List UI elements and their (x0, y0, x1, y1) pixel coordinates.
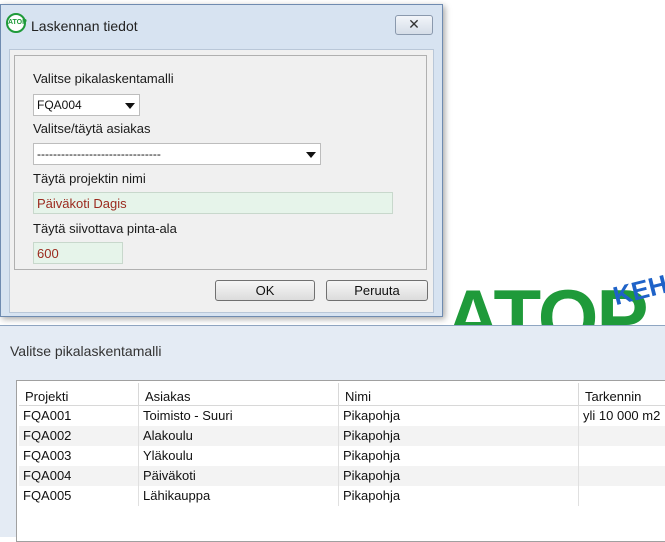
cell-projekti: FQA003 (19, 446, 139, 466)
cell-tarkennin (579, 426, 665, 446)
form-group: Valitse pikalaskentamalli FQA004 Valitse… (14, 55, 427, 270)
cell-nimi: Pikapohja (339, 406, 579, 426)
dialog-body: Valitse pikalaskentamalli FQA004 Valitse… (9, 49, 434, 313)
column-header-projekti[interactable]: Projekti (19, 383, 139, 405)
cell-tarkennin (579, 466, 665, 486)
chevron-down-icon (306, 152, 316, 158)
table-row[interactable]: FQA001 Toimisto - Suuri Pikapohja yli 10… (19, 406, 665, 426)
cell-tarkennin: yli 10 000 m2 (579, 406, 665, 426)
cell-nimi: Pikapohja (339, 426, 579, 446)
close-button[interactable]: ✕ (395, 15, 433, 35)
table-header: Projekti Asiakas Nimi Tarkennin (19, 383, 665, 406)
cell-nimi: Pikapohja (339, 466, 579, 486)
chevron-down-icon (125, 103, 135, 109)
cell-asiakas: Yläkoulu (139, 446, 339, 466)
cell-projekti: FQA005 (19, 486, 139, 506)
atop-app-icon: ATOP (6, 13, 27, 33)
customer-label: Valitse/täytä asiakas (33, 121, 151, 136)
cell-tarkennin (579, 446, 665, 466)
column-header-tarkennin[interactable]: Tarkennin (579, 383, 665, 405)
cell-nimi: Pikapohja (339, 446, 579, 466)
cell-projekti: FQA001 (19, 406, 139, 426)
cell-asiakas: Alakoulu (139, 426, 339, 446)
model-table[interactable]: Projekti Asiakas Nimi Tarkennin FQA001 T… (16, 380, 665, 542)
table-row[interactable]: FQA005 Lähikauppa Pikapohja (19, 486, 665, 506)
dialog-titlebar[interactable]: ATOP Laskennan tiedot ✕ (1, 5, 442, 43)
background-logo: ATOP KEHI (440, 270, 665, 330)
customer-select[interactable]: ------------------------------- (33, 143, 321, 165)
calculation-details-dialog: ATOP Laskennan tiedot ✕ Valitse pikalask… (0, 4, 443, 317)
close-icon: ✕ (408, 16, 420, 32)
cell-projekti: FQA004 (19, 466, 139, 486)
window-title: Valitse pikalaskentamalli (10, 343, 162, 359)
area-label: Täytä siivottava pinta-ala (33, 221, 177, 236)
customer-select-value: ------------------------------- (37, 147, 161, 161)
project-name-field[interactable]: Päiväkoti Dagis (33, 192, 393, 214)
dialog-title: Laskennan tiedot (31, 18, 138, 34)
project-label: Täytä projektin nimi (33, 171, 146, 186)
table-row[interactable]: FQA004 Päiväkoti Pikapohja (19, 466, 665, 486)
cell-asiakas: Päiväkoti (139, 466, 339, 486)
table-row[interactable]: FQA003 Yläkoulu Pikapohja (19, 446, 665, 466)
project-name-value: Päiväkoti Dagis (37, 196, 127, 211)
cell-nimi: Pikapohja (339, 486, 579, 506)
area-value: 600 (37, 246, 59, 261)
model-select[interactable]: FQA004 (33, 94, 140, 116)
cell-tarkennin (579, 486, 665, 506)
model-label: Valitse pikalaskentamalli (33, 71, 174, 86)
cell-asiakas: Toimisto - Suuri (139, 406, 339, 426)
model-list-window: Valitse pikalaskentamalli Projekti Asiak… (0, 325, 665, 542)
area-field[interactable]: 600 (33, 242, 123, 264)
table-row[interactable]: FQA002 Alakoulu Pikapohja (19, 426, 665, 446)
ok-button[interactable]: OK (215, 280, 315, 301)
cell-projekti: FQA002 (19, 426, 139, 446)
column-header-asiakas[interactable]: Asiakas (139, 383, 339, 405)
column-header-nimi[interactable]: Nimi (339, 383, 579, 405)
cancel-button[interactable]: Peruuta (326, 280, 428, 301)
cell-asiakas: Lähikauppa (139, 486, 339, 506)
model-select-value: FQA004 (37, 98, 82, 112)
